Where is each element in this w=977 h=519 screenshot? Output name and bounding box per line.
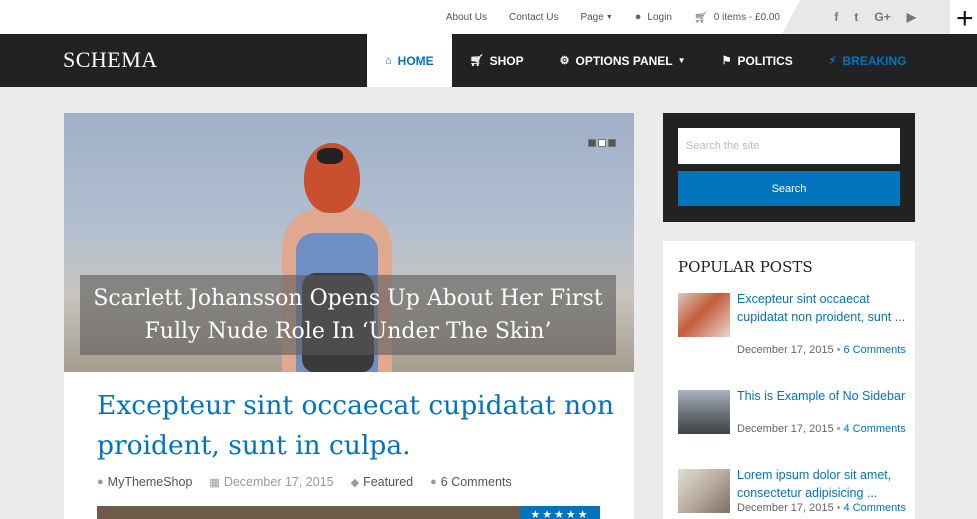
search-widget: Search bbox=[663, 113, 915, 222]
main-nav: SCHEMA ⌂ HOME 🛒︎ SHOP ⚙ OPTIONS PANEL ▼ ⚑ POL… bbox=[0, 34, 977, 87]
facebook-icon[interactable]: f bbox=[834, 10, 838, 24]
popular-post-date: December 17, 2015 bbox=[737, 502, 834, 514]
rating-stars: ★★★★★ bbox=[520, 506, 600, 519]
cogs-icon: ⚙ bbox=[559, 55, 570, 67]
popular-post-title[interactable]: This is Example of No Sidebar bbox=[737, 387, 909, 405]
menu-politics-label: POLITICS bbox=[737, 53, 793, 68]
featured-slider[interactable]: Scarlett Johansson Opens Up About Her Fi… bbox=[64, 113, 634, 372]
post-thumbnail[interactable] bbox=[678, 293, 730, 337]
google-plus-icon[interactable]: G+ bbox=[874, 10, 890, 24]
calendar-icon: ▦ bbox=[209, 476, 220, 489]
site-logo[interactable]: SCHEMA bbox=[63, 47, 158, 73]
list-item: This is Example of No Sidebar December 1… bbox=[678, 387, 909, 460]
meta-separator: • bbox=[836, 502, 841, 514]
menu-item-breaking[interactable]: ⚡︎ BREAKING bbox=[811, 34, 925, 87]
twitter-icon[interactable]: t bbox=[854, 10, 858, 24]
popular-posts-widget: POPULAR POSTS Excepteur sint occaecat cu… bbox=[663, 241, 915, 519]
caret-down-icon: ▼ bbox=[605, 13, 613, 21]
slide-caption[interactable]: Scarlett Johansson Opens Up About Her Fi… bbox=[80, 275, 616, 355]
list-item: Excepteur sint occaecat cupidatat non pr… bbox=[678, 290, 909, 373]
post-meta: ● MyThemeShop ▦ December 17, 2015 ◆ Feature… bbox=[97, 475, 529, 489]
post-author-label: MyThemeShop bbox=[107, 475, 193, 489]
popular-post-meta: December 17, 2015 • 4 Comments bbox=[737, 500, 907, 516]
top-nav: About Us Contact Us Page ▼ ● Login 🛒︎ 0 ite… bbox=[424, 0, 780, 34]
post-category-label: Featured bbox=[363, 475, 414, 489]
post-category[interactable]: ◆ Featured bbox=[351, 475, 414, 489]
cart-label: 0 items - £0.00 bbox=[713, 11, 780, 23]
post-date: ▦ December 17, 2015 bbox=[209, 475, 333, 489]
slider-dot[interactable] bbox=[608, 139, 616, 147]
menu-options-label: OPTIONS PANEL bbox=[575, 53, 673, 68]
menu-item-politics[interactable]: ⚑ POLITICS bbox=[704, 34, 811, 87]
popular-posts-heading: POPULAR POSTS bbox=[678, 258, 813, 276]
contact-us-label: Contact Us bbox=[508, 11, 559, 23]
about-us-label: About Us bbox=[445, 11, 487, 23]
cart-link[interactable]: 🛒︎ 0 items - £0.00 bbox=[694, 11, 780, 24]
cart-icon: 🛒︎ bbox=[469, 55, 484, 67]
flag-icon: ⚑ bbox=[721, 55, 732, 67]
meta-separator: • bbox=[836, 344, 841, 356]
popular-post-comments[interactable]: 4 Comments bbox=[843, 423, 905, 435]
popular-post-meta: December 17, 2015 • 4 Comments bbox=[737, 421, 907, 437]
slide-image-bun bbox=[317, 148, 343, 164]
post-image[interactable]: ★★★★★ bbox=[97, 506, 600, 519]
slider-pagination bbox=[586, 139, 616, 147]
post-thumbnail[interactable] bbox=[678, 469, 730, 513]
post-thumbnail[interactable] bbox=[678, 390, 730, 434]
bolt-icon: ⚡︎ bbox=[828, 55, 837, 67]
page-dropdown[interactable]: Page ▼ bbox=[580, 12, 612, 23]
youtube-icon[interactable]: ▶ bbox=[907, 10, 916, 24]
post-title[interactable]: Excepteur sint occaecat cupidatat non pr… bbox=[97, 386, 617, 466]
plus-icon: + bbox=[956, 2, 974, 35]
user-icon: ● bbox=[97, 476, 104, 488]
popular-post-title[interactable]: Lorem ipsum dolor sit amet, consectetur … bbox=[737, 466, 909, 502]
post-comments[interactable]: ● 6 Comments bbox=[430, 475, 512, 489]
cart-icon: 🛒︎ bbox=[693, 11, 708, 24]
list-item: Lorem ipsum dolor sit amet, consectetur … bbox=[678, 466, 909, 519]
post-date-label: December 17, 2015 bbox=[223, 475, 334, 489]
login-label: Login bbox=[647, 11, 672, 23]
popular-post-title[interactable]: Excepteur sint occaecat cupidatat non pr… bbox=[737, 290, 909, 326]
menu-breaking-label: BREAKING bbox=[842, 53, 907, 68]
contact-us-link[interactable]: Contact Us bbox=[509, 12, 558, 23]
tag-icon: ◆ bbox=[350, 476, 360, 489]
social-divider bbox=[782, 0, 800, 34]
caret-down-icon: ▼ bbox=[677, 56, 686, 65]
popular-post-comments[interactable]: 6 Comments bbox=[843, 344, 905, 356]
search-input[interactable] bbox=[678, 128, 900, 164]
login-link[interactable]: ● Login bbox=[635, 11, 672, 23]
post-comments-label: 6 Comments bbox=[440, 475, 512, 489]
post-card: Excepteur sint occaecat cupidatat non pr… bbox=[64, 372, 634, 519]
menu-shop-label: SHOP bbox=[489, 53, 524, 68]
popular-post-date: December 17, 2015 bbox=[737, 423, 834, 435]
menu-item-options-panel[interactable]: ⚙ OPTIONS PANEL ▼ bbox=[542, 34, 704, 87]
menu-home-label: HOME bbox=[397, 53, 434, 68]
popular-post-date: December 17, 2015 bbox=[737, 344, 834, 356]
user-icon: ● bbox=[634, 11, 642, 23]
top-bar: About Us Contact Us Page ▼ ● Login 🛒︎ 0 ite… bbox=[0, 0, 977, 34]
meta-separator: • bbox=[836, 423, 841, 435]
page-label: Page bbox=[580, 11, 604, 23]
popular-post-comments[interactable]: 4 Comments bbox=[843, 502, 905, 514]
primary-menu: ⌂ HOME 🛒︎ SHOP ⚙ OPTIONS PANEL ▼ ⚑ POLITICS ⚡… bbox=[367, 34, 925, 87]
slider-dot[interactable] bbox=[588, 139, 596, 147]
slider-dot-active[interactable] bbox=[598, 139, 606, 147]
popular-post-meta: December 17, 2015 • 6 Comments bbox=[737, 342, 907, 358]
menu-item-shop[interactable]: 🛒︎ SHOP bbox=[452, 34, 542, 87]
search-button[interactable]: Search bbox=[678, 171, 900, 206]
menu-item-home[interactable]: ⌂ HOME bbox=[367, 34, 452, 87]
comments-icon: ● bbox=[430, 476, 437, 488]
home-icon: ⌂ bbox=[385, 54, 392, 67]
social-icons: f t G+ ▶ bbox=[782, 0, 950, 34]
about-us-link[interactable]: About Us bbox=[446, 12, 487, 23]
post-author[interactable]: ● MyThemeShop bbox=[97, 475, 192, 489]
